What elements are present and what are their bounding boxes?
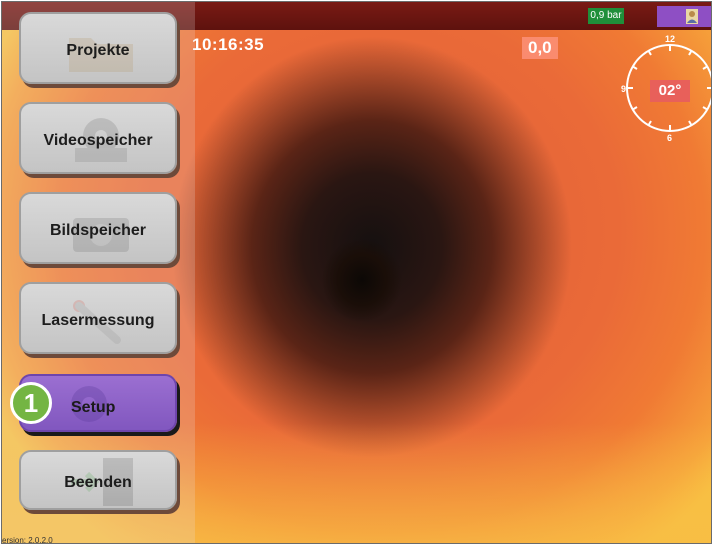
- user-icon: [686, 9, 698, 24]
- setup-label: Setup: [71, 399, 116, 416]
- laser-measurement-label: Lasermessung: [41, 312, 155, 329]
- distance-display: 0,0: [522, 37, 558, 59]
- clock-label-6: 6: [667, 133, 673, 143]
- user-button[interactable]: [657, 6, 711, 27]
- exit-label: Beenden: [64, 474, 132, 491]
- projects-button[interactable]: Projekte: [19, 12, 177, 84]
- incline-value: 02°: [650, 80, 690, 102]
- video-storage-button[interactable]: Videospeicher: [19, 102, 177, 174]
- image-storage-button[interactable]: Bildspeicher: [19, 192, 177, 264]
- version-label: ersion: 2.0.2.0: [2, 536, 53, 544]
- pressure-indicator: 0,9 bar: [588, 8, 624, 24]
- image-storage-label: Bildspeicher: [49, 222, 147, 239]
- callout-marker: 1: [10, 382, 52, 424]
- video-storage-label: Videospeicher: [43, 132, 153, 149]
- clock-label-12: 12: [665, 34, 676, 44]
- app-window: 0,9 bar 10:16:35 0,0 12 9 6 02° Projekte…: [1, 1, 712, 544]
- exit-button[interactable]: Beenden: [19, 450, 177, 510]
- time-display: 10:16:35: [192, 35, 265, 54]
- laser-measurement-button[interactable]: Lasermessung: [19, 282, 177, 354]
- clock-label-9: 9: [621, 84, 627, 94]
- projects-label: Projekte: [66, 42, 130, 59]
- sidebar-menu: Projekte Videospeicher Bildspeicher Lase…: [2, 2, 195, 543]
